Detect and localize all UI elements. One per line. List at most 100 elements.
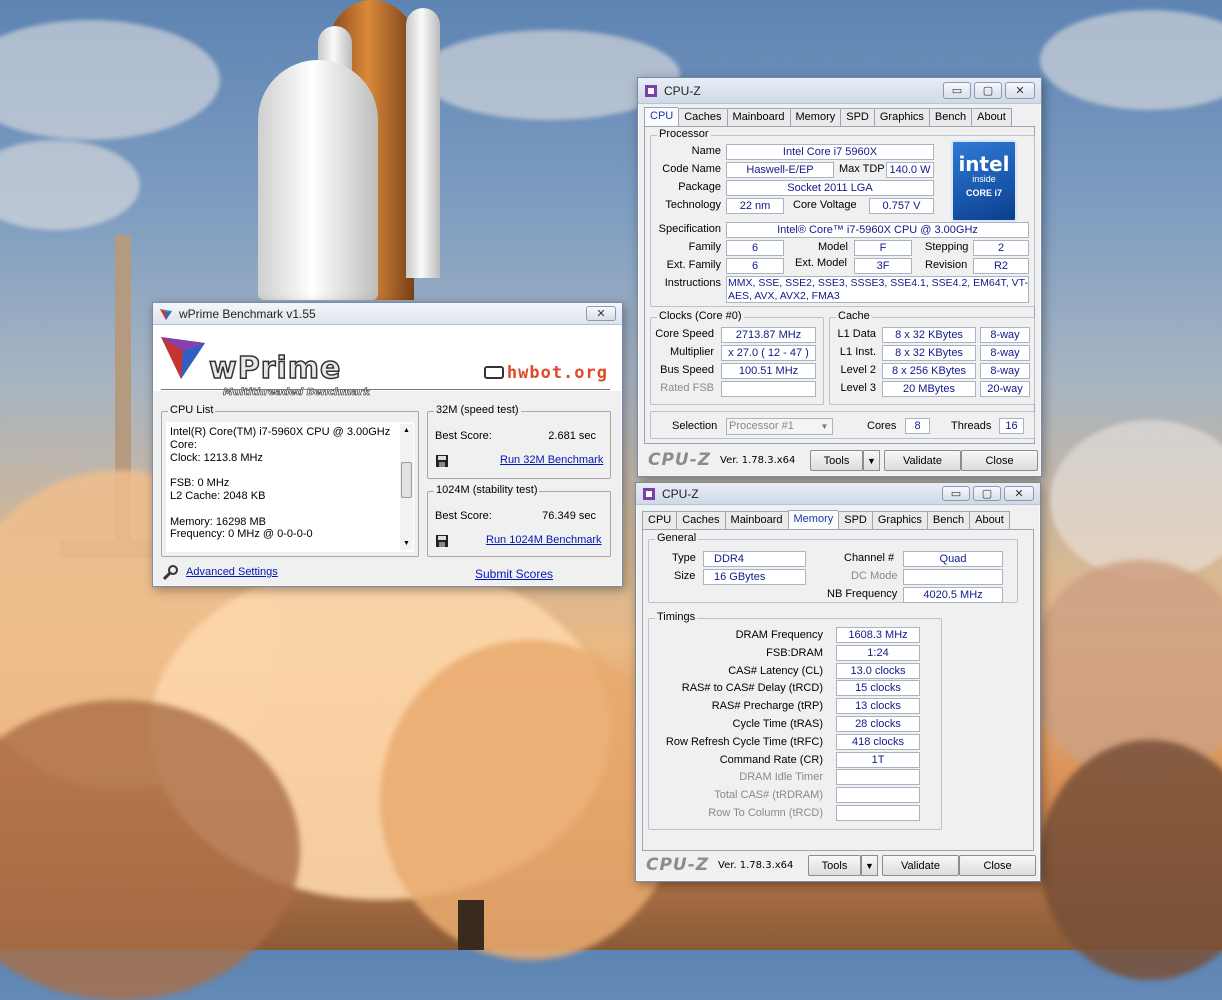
cpu-list-line: L2 Cache: 2048 KB	[170, 489, 266, 502]
cpuz-tab-bar: CPU Caches Mainboard Memory SPD Graphics…	[642, 510, 1010, 530]
family-field: 6	[726, 240, 784, 256]
cpuz-cpu-titlebar[interactable]: CPU-Z ▭ ▢ ✕	[638, 78, 1041, 104]
chevron-down-icon: ▼	[820, 422, 829, 431]
tab-memory[interactable]: Memory	[789, 108, 841, 126]
maximize-button[interactable]: ▢	[973, 486, 1001, 501]
timing-label: Cycle Time (tRAS)	[732, 717, 823, 730]
timings-group: Timings DRAM Frequency 1608.3 MHz FSB:DRA…	[648, 611, 942, 830]
test1024-best-value: 76.349 sec	[542, 510, 596, 522]
l1inst-field: 8 x 32 KBytes	[882, 345, 976, 361]
test32-label: 32M (speed test)	[434, 404, 521, 416]
cpuz-app-icon	[643, 487, 655, 500]
codename-label: Code Name	[662, 163, 721, 175]
model-field: F	[854, 240, 912, 256]
timing-row: DRAM Frequency 1608.3 MHz	[649, 627, 941, 645]
timing-label: DRAM Frequency	[735, 629, 823, 641]
run-32m-benchmark-link[interactable]: Run 32M Benchmark	[500, 454, 603, 466]
validate-button[interactable]: Validate	[884, 450, 961, 471]
tab-cpu[interactable]: CPU	[644, 107, 679, 127]
tab-caches[interactable]: Caches	[678, 108, 727, 126]
tab-about[interactable]: About	[971, 108, 1012, 126]
intel-inside-badge: intel inside CORE i7	[951, 140, 1017, 222]
package-label: Package	[678, 181, 721, 193]
tab-mainboard[interactable]: Mainboard	[726, 108, 790, 126]
tools-dropdown-arrow[interactable]: ▼	[861, 855, 878, 876]
l2-field: 8 x 256 KBytes	[882, 363, 976, 379]
close-button[interactable]: ✕	[1004, 486, 1034, 501]
cpuz-memory-titlebar[interactable]: CPU-Z ▭ ▢ ✕	[636, 483, 1040, 505]
l1inst-label: L1 Inst.	[839, 346, 876, 358]
timing-row: Command Rate (CR) 1T	[649, 751, 941, 770]
close-button[interactable]: ✕	[1005, 82, 1035, 99]
tools-dropdown-arrow[interactable]: ▼	[863, 450, 880, 471]
cpu-list-scrollbar[interactable]: ▲ ▼	[400, 424, 413, 550]
tab-cpu[interactable]: CPU	[642, 511, 677, 529]
ratedfsb-label: Rated FSB	[660, 382, 714, 394]
cpu-list-group: CPU List Intel(R) Core(TM) i7-5960X CPU …	[161, 404, 419, 557]
close-window-button[interactable]: Close	[961, 450, 1038, 471]
advanced-settings-link[interactable]: Advanced Settings	[186, 566, 278, 578]
close-icon: ✕	[1014, 488, 1024, 500]
corevoltage-field: 0.757 V	[869, 198, 934, 214]
wprime-close-button[interactable]: ✕	[586, 306, 616, 321]
cpu-list-box[interactable]: Intel(R) Core(TM) i7-5960X CPU @ 3.00GHz…	[166, 422, 414, 552]
dcmode-label: DC Mode	[851, 570, 898, 582]
tab-about[interactable]: About	[969, 511, 1010, 529]
wprime-titlebar[interactable]: wPrime Benchmark v1.55 ✕	[153, 303, 622, 325]
wrench-icon[interactable]	[163, 565, 179, 581]
cpuz-cpu-footer: CPU-Z Ver. 1.78.3.x64 Tools ▼ Validate C…	[638, 446, 1041, 476]
minimize-button[interactable]: ▭	[942, 486, 970, 501]
timing-value	[836, 804, 920, 821]
cpu-list-line: Clock: 1213.8 MHz	[170, 451, 263, 464]
test32-best-label: Best Score:	[435, 430, 492, 442]
tools-button[interactable]: Tools	[808, 855, 861, 876]
tab-graphics[interactable]: Graphics	[873, 108, 929, 126]
submit-scores-link[interactable]: Submit Scores	[475, 567, 553, 581]
save-icon[interactable]	[436, 455, 448, 467]
threads-label: Threads	[951, 420, 992, 432]
cpu-list-line: Frequency: 0 MHz @ 0-0-0-0	[170, 528, 313, 541]
size-field: 16 GBytes	[703, 569, 806, 585]
tab-graphics[interactable]: Graphics	[871, 511, 927, 529]
timing-row: DRAM Idle Timer	[649, 769, 941, 787]
validate-button[interactable]: Validate	[882, 855, 959, 876]
type-field: DDR4	[703, 551, 806, 567]
maximize-button[interactable]: ▢	[974, 82, 1002, 99]
close-window-button[interactable]: Close	[959, 855, 1036, 876]
save-icon[interactable]	[436, 535, 448, 547]
timing-row: RAS# to CAS# Delay (tRCD) 15 clocks	[649, 680, 941, 698]
timing-label: RAS# to CAS# Delay (tRCD)	[681, 682, 823, 695]
tab-spd[interactable]: SPD	[840, 108, 874, 126]
tab-bench[interactable]: Bench	[928, 108, 972, 126]
extfamily-field: 6	[726, 258, 784, 274]
tab-spd[interactable]: SPD	[838, 511, 872, 529]
tab-memory[interactable]: Memory	[787, 510, 839, 530]
clocks-group: Clocks (Core #0) Core Speed 2713.87 MHz …	[650, 310, 824, 405]
technology-label: Technology	[665, 199, 721, 211]
cache-label: Cache	[836, 310, 872, 322]
maximize-icon: ▢	[981, 488, 993, 500]
scroll-down-icon[interactable]: ▼	[400, 537, 413, 550]
selection-dropdown[interactable]: Processor #1 ▼	[726, 418, 833, 435]
test32-group: 32M (speed test) Best Score: 2.681 sec R…	[427, 404, 611, 479]
scroll-thumb[interactable]	[401, 462, 412, 498]
l1inst-way-field: 8-way	[980, 345, 1030, 361]
cpu-list-line	[170, 503, 390, 516]
test1024-group: 1024M (stability test) Best Score: 76.34…	[427, 484, 611, 557]
tab-mainboard[interactable]: Mainboard	[724, 511, 788, 529]
size-label: Size	[674, 570, 696, 582]
chevron-down-icon: ▼	[867, 455, 876, 466]
tab-bench[interactable]: Bench	[926, 511, 970, 529]
extfamily-label: Ext. Family	[666, 259, 721, 271]
stepping-label: Stepping	[925, 241, 969, 253]
run-1024m-benchmark-link[interactable]: Run 1024M Benchmark	[486, 534, 602, 546]
scroll-up-icon[interactable]: ▲	[400, 424, 413, 437]
timing-value: 13 clocks	[836, 698, 920, 715]
tools-button[interactable]: Tools	[810, 450, 863, 471]
test1024-label: 1024M (stability test)	[434, 484, 540, 496]
tab-caches[interactable]: Caches	[676, 511, 725, 529]
general-group: General Type DDR4 Size 16 GBytes Channel…	[648, 532, 1018, 603]
minimize-button[interactable]: ▭	[943, 82, 971, 99]
cpuz-tab-bar: CPU Caches Mainboard Memory SPD Graphics…	[644, 107, 1012, 127]
selection-label: Selection	[672, 420, 718, 432]
